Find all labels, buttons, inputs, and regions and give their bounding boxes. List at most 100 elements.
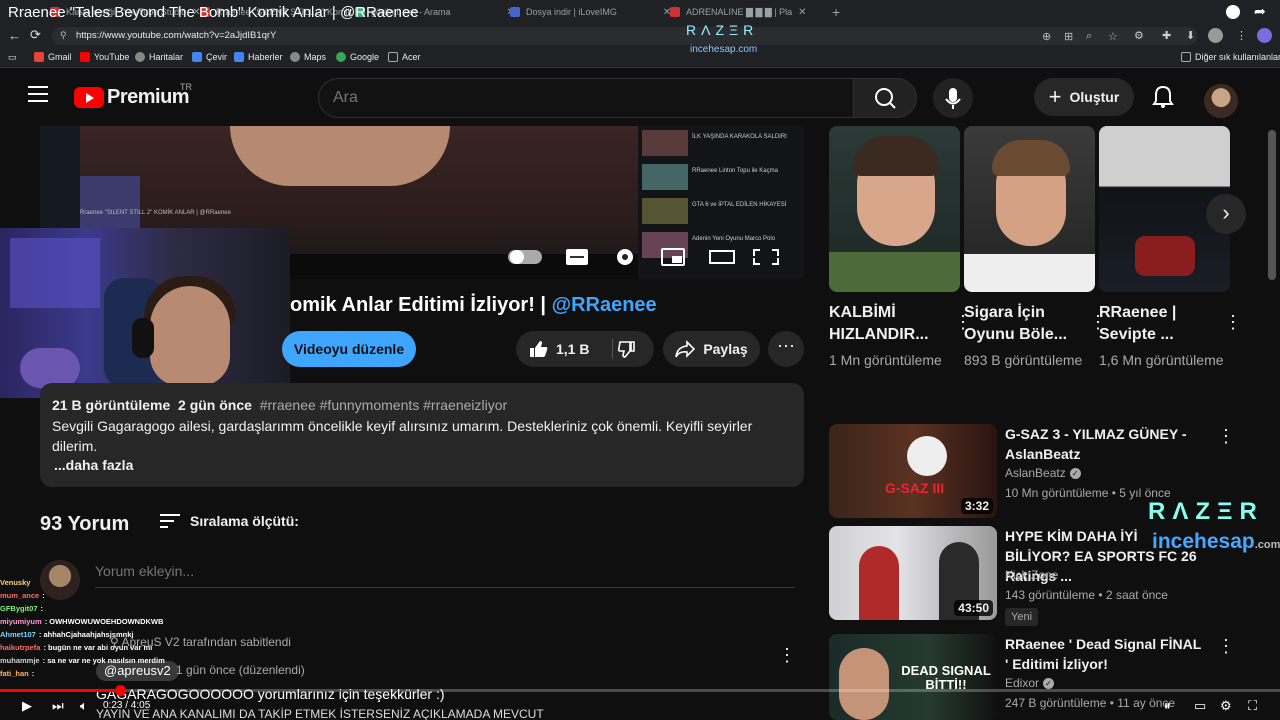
bookmark-cevir[interactable]: Çevir — [192, 52, 227, 62]
shorts-next-icon[interactable]: › — [1206, 194, 1246, 234]
reading-list-icon[interactable]: ▭ — [8, 52, 17, 63]
browser-tab[interactable]: Dosya indir | iLoveIMG ✕ — [510, 2, 671, 22]
video-duration: 3:32 — [960, 498, 993, 514]
downloads-icon[interactable]: ⬇ — [1186, 29, 1195, 42]
next-icon[interactable]: ⏭ — [52, 698, 64, 714]
captions-icon[interactable]: ▭ — [1194, 698, 1206, 714]
bookmark-maps[interactable]: Maps — [290, 52, 326, 62]
related-thumbnail[interactable]: 43:50 — [829, 526, 997, 620]
bookmark-star-icon[interactable]: ☆ — [1108, 30, 1118, 43]
browser-menu-icon[interactable]: ⋮ — [1236, 29, 1247, 42]
profile-avatar-icon[interactable] — [1208, 28, 1223, 43]
other-bookmarks[interactable]: Diğer sık kullanılanlar — [1181, 52, 1280, 62]
fullscreen-exit-icon[interactable]: ⛶ — [1248, 698, 1257, 714]
related-channel[interactable]: AslanBeatz ✓ — [1005, 466, 1081, 480]
globe-icon — [135, 52, 145, 62]
thumbs-up-icon[interactable] — [528, 339, 548, 359]
search-button[interactable] — [853, 78, 917, 118]
short-title[interactable]: KALBİMİ HIZLANDIR... — [829, 302, 960, 346]
thumbs-down-icon[interactable] — [616, 339, 636, 359]
chat-text: : OWHWOWUWOEHDOWNDKWB — [44, 617, 164, 626]
bookmark-youtube[interactable]: YouTube — [80, 52, 129, 62]
clock-icon[interactable] — [1226, 5, 1240, 19]
related-channel[interactable]: Kick Zone — [1005, 568, 1058, 582]
hashtags[interactable]: #rraenee #funnymoments #rraeneizliyor — [260, 397, 507, 413]
short-thumbnail[interactable] — [829, 126, 960, 292]
bookmark-gmail[interactable]: Gmail — [34, 52, 72, 62]
address-bar[interactable]: ⚲ https://www.youtube.com/watch?v=2aJjdI… — [52, 27, 1197, 45]
bookmark-google[interactable]: Google — [336, 52, 379, 62]
short-card[interactable]: RRaenee | Sevipte ... 1,6 Mn görüntüleme… — [1099, 126, 1242, 370]
short-card[interactable]: KALBİMİ HIZLANDIR... 1 Mn görüntüleme ⋮ — [829, 126, 972, 370]
related-meta: 10 Mn görüntüleme • 5 yıl önce — [1005, 486, 1171, 500]
news-icon — [234, 52, 244, 62]
description-box[interactable]: 21 B görüntüleme 2 gün önce #rraenee #fu… — [40, 383, 804, 487]
ilovemg-favicon-icon — [510, 7, 520, 17]
zoom-icon[interactable]: ⌕ — [1086, 30, 1092, 43]
video-options-icon[interactable]: ⋮ — [1217, 636, 1235, 657]
more-actions-icon[interactable]: ⋯ — [768, 331, 804, 367]
voice-search-button[interactable] — [933, 78, 973, 118]
back-icon[interactable]: ← — [8, 28, 21, 43]
stream-progress-bar[interactable] — [0, 685, 1280, 696]
player-controls — [508, 248, 779, 266]
site-info-icon[interactable]: ⚲ — [60, 30, 67, 41]
verified-check-icon: ✓ — [1043, 677, 1055, 689]
account-avatar[interactable] — [1204, 84, 1238, 118]
add-comment-input[interactable] — [95, 563, 795, 588]
comment-options-icon[interactable]: ⋮ — [778, 645, 796, 666]
puzzle-icon[interactable]: ✚ — [1162, 29, 1171, 42]
sort-comments-button[interactable]: Sıralama ölçütü: — [160, 513, 299, 529]
chat-text: : — [31, 669, 35, 678]
page-scrollbar[interactable] — [1268, 126, 1276, 720]
close-tab-icon[interactable]: ✕ — [798, 7, 806, 18]
browser-tab-active[interactable]: ADRENALINE ▇ ▇ ▇ | Pla ✕ — [670, 2, 807, 22]
channel-handle-link[interactable]: @RRaenee — [552, 294, 657, 316]
chat-username: miyumiyum — [0, 617, 42, 626]
video-options-icon[interactable]: ⋮ — [1217, 426, 1235, 447]
new-tab-icon[interactable]: + — [832, 2, 840, 22]
related-channel[interactable]: Edixor ✓ — [1005, 676, 1055, 690]
short-card[interactable]: Sigara İçin Oyunu Böle... 893 B görüntül… — [964, 126, 1107, 370]
notifications-bell-icon[interactable] — [1150, 84, 1176, 110]
short-title[interactable]: Sigara İçin Oyunu Böle... — [964, 302, 1095, 346]
install-icon[interactable]: ⊞ — [1064, 30, 1073, 43]
bookmark-haritalar[interactable]: Haritalar — [135, 52, 183, 62]
chat-text: : bugün ne var abi oyun var mı — [43, 643, 153, 652]
url-text[interactable]: https://www.youtube.com/watch?v=2aJjdIB1… — [76, 30, 276, 41]
bookmark-haberler[interactable]: Haberler — [234, 52, 283, 62]
related-title[interactable]: RRaenee ' Dead Signal FİNAL ' Editimi İz… — [1005, 634, 1205, 674]
search-input[interactable] — [333, 89, 833, 107]
share-arrow-icon[interactable]: ➦ — [1254, 3, 1266, 20]
volume-icon[interactable]: 🔈︎ — [80, 698, 88, 714]
scrollbar-thumb[interactable] — [1268, 130, 1276, 280]
reload-icon[interactable]: ⟳ — [30, 27, 41, 43]
short-options-icon[interactable]: ⋮ — [1224, 312, 1242, 333]
show-more-link[interactable]: ...daha fazla — [54, 457, 133, 473]
bookmark-acer[interactable]: Acer — [388, 52, 421, 62]
chat-text: : — [40, 604, 44, 613]
like-dislike-button[interactable]: 1,1 B — [516, 331, 654, 367]
chat-message: GFBygit07: — [0, 602, 200, 615]
streamer-webcam — [0, 228, 290, 398]
hamburger-menu-icon[interactable] — [28, 86, 48, 102]
related-thumbnail[interactable]: G-SAZ III 3:32 — [829, 424, 997, 518]
autoplay-toggle-icon — [508, 250, 542, 264]
play-icon[interactable]: ▶ — [22, 698, 32, 714]
related-title[interactable]: G-SAZ 3 - YILMAZ GÜNEY - AslanBeatz — [1005, 424, 1205, 464]
settings-gear-icon — [617, 249, 633, 265]
youtube-premium-logo[interactable]: Premium — [74, 86, 190, 109]
create-button[interactable]: + Oluştur — [1034, 78, 1134, 116]
extensions-icon[interactable]: ⚙ — [1134, 29, 1144, 42]
short-title[interactable]: RRaenee | Sevipte ... — [1099, 302, 1230, 346]
short-shirt — [829, 252, 960, 292]
autoplay-icon[interactable]: ⏸ — [1164, 698, 1171, 714]
settings-icon[interactable]: ⚙ — [1220, 698, 1232, 714]
edit-video-button[interactable]: Videoyu düzenle — [282, 331, 416, 367]
short-thumbnail[interactable] — [964, 126, 1095, 292]
search-box[interactable] — [318, 78, 854, 118]
share-button[interactable]: Paylaş — [663, 331, 760, 367]
copilot-icon[interactable] — [1257, 28, 1272, 43]
translate-icon[interactable]: ⊕ — [1042, 30, 1051, 43]
incehesap-logo: incehesap.com — [690, 44, 758, 55]
